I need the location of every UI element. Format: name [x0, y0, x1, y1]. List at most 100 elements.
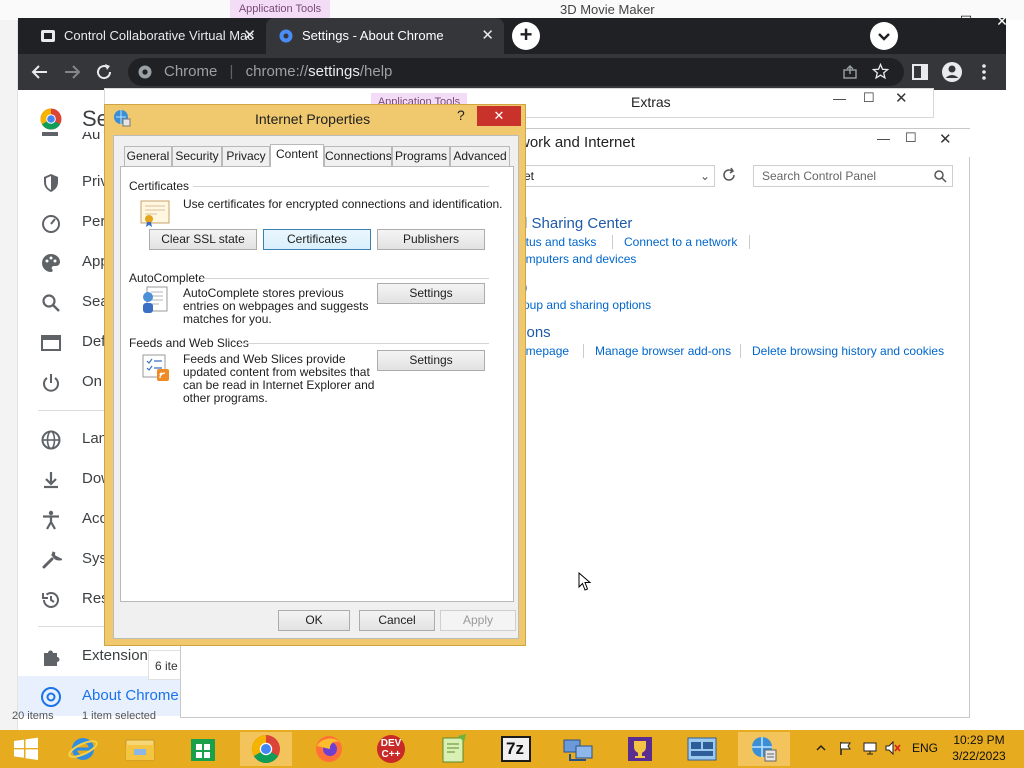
new-tab-button[interactable]: +: [512, 22, 540, 50]
store-icon[interactable]: [177, 732, 229, 766]
speedometer-icon: [40, 212, 62, 234]
tab-content[interactable]: Content: [270, 144, 324, 167]
internet-properties-dialog: Internet Properties ? ✕ General Security…: [104, 104, 526, 646]
side-panel-icon[interactable]: [908, 60, 932, 84]
tab-close-icon[interactable]: ✕: [481, 18, 494, 54]
notepad-plus-icon[interactable]: [428, 732, 480, 766]
tab-programs[interactable]: Programs: [392, 146, 450, 166]
link-divider: [740, 344, 741, 358]
minimize-button[interactable]: —: [833, 91, 846, 106]
tab-security[interactable]: Security: [172, 146, 222, 166]
search-icon: [933, 169, 947, 183]
chrome-logo-icon: [40, 108, 62, 130]
forward-arrow-icon[interactable]: [60, 60, 84, 84]
change-homepage-link[interactable]: omepage: [519, 344, 569, 358]
internet-options-icon: [113, 109, 131, 127]
group-divider: [201, 278, 489, 279]
maximize-button[interactable]: ☐: [948, 10, 984, 32]
dialog-body: General Security Privacy Content Connect…: [113, 135, 519, 639]
feeds-settings-button[interactable]: Settings: [377, 350, 485, 371]
view-status-link[interactable]: atus and tasks: [519, 235, 596, 249]
address-bar[interactable]: Chrome | chrome://settings/help: [128, 58, 904, 86]
close-button[interactable]: ✕: [895, 89, 908, 107]
share-icon[interactable]: [842, 64, 858, 80]
apply-button[interactable]: Apply: [440, 610, 516, 631]
reload-icon[interactable]: [92, 60, 116, 84]
certificates-group-label: Certificates: [129, 179, 190, 193]
refresh-icon[interactable]: [721, 167, 737, 183]
autocomplete-settings-button[interactable]: Settings: [377, 283, 485, 304]
search-input[interactable]: Search Control Panel: [753, 165, 953, 187]
language-indicator[interactable]: ENG: [912, 741, 938, 755]
chrome-toolbar: Chrome | chrome://settings/help: [18, 54, 1006, 90]
clear-ssl-state-button[interactable]: Clear SSL state: [149, 229, 257, 250]
action-center-flag-icon[interactable]: [838, 740, 854, 756]
vm-icon: [40, 28, 56, 44]
link-divider: [583, 344, 584, 358]
menu-kebab-icon[interactable]: [972, 60, 996, 84]
maximize-button[interactable]: ☐: [905, 130, 917, 146]
cancel-button[interactable]: Cancel: [359, 610, 435, 631]
start-button[interactable]: [0, 732, 52, 766]
autocomplete-icon: [139, 283, 171, 315]
minimize-button[interactable]: —: [912, 10, 948, 32]
devcpp-label: DEV C++: [380, 738, 402, 760]
tab-control-collaborative-vm[interactable]: Control Collaborative Virtual Mac ✕: [28, 18, 266, 54]
connect-network-link[interactable]: Connect to a network: [624, 235, 737, 249]
homegroup-options-link[interactable]: roup and sharing options: [519, 298, 651, 312]
puzzle-icon: [40, 646, 62, 668]
publishers-button[interactable]: Publishers: [377, 229, 485, 250]
desktop-top-strip: [0, 0, 1024, 20]
internet-explorer-icon[interactable]: [57, 732, 109, 766]
tab-search-button[interactable]: [870, 22, 898, 50]
dev-cpp-icon[interactable]: DEV C++: [365, 732, 417, 766]
tab-privacy[interactable]: Privacy: [222, 146, 270, 166]
volume-muted-icon[interactable]: [884, 740, 902, 756]
address-bar[interactable]: et ⌄: [519, 165, 715, 187]
certificates-description: Use certificates for encrypted connectio…: [183, 197, 503, 211]
certificates-button[interactable]: Certificates: [263, 229, 371, 250]
close-button[interactable]: ✕: [939, 130, 952, 148]
close-button[interactable]: ✕: [477, 106, 521, 126]
tab-general[interactable]: General: [124, 146, 172, 166]
internet-options-icon[interactable]: [738, 732, 790, 766]
tab-connections[interactable]: Connections: [324, 146, 392, 166]
chrome-icon[interactable]: [240, 732, 292, 766]
network-tray-icon[interactable]: [862, 740, 878, 756]
show-hidden-icons-icon[interactable]: [816, 743, 826, 753]
url-rest: /help: [359, 63, 393, 80]
delete-history-link[interactable]: Delete browsing history and cookies: [752, 344, 944, 358]
profile-avatar-icon[interactable]: [940, 60, 964, 84]
tab-close-icon[interactable]: ✕: [243, 18, 256, 54]
desktop-left-strip: [0, 20, 18, 730]
control-panel-icon[interactable]: [676, 732, 728, 766]
autocomplete-description: AutoComplete stores previous entries on …: [183, 286, 369, 326]
network-setup-icon[interactable]: [552, 732, 604, 766]
maximize-button[interactable]: ☐: [863, 90, 875, 106]
wrench-icon: [40, 549, 62, 571]
back-arrow-icon[interactable]: [28, 60, 52, 84]
help-button[interactable]: ?: [457, 107, 465, 123]
trophy-icon[interactable]: [614, 732, 666, 766]
feeds-icon: [139, 351, 171, 383]
network-sharing-center-heading[interactable]: d Sharing Center: [519, 215, 632, 232]
accessibility-icon: [40, 509, 62, 531]
clock[interactable]: 10:29 PM 3/22/2023: [944, 732, 1014, 764]
file-explorer-icon[interactable]: [114, 732, 166, 766]
chevron-down-icon[interactable]: ⌄: [700, 166, 710, 186]
seven-zip-icon[interactable]: 7z: [490, 732, 542, 766]
ok-button[interactable]: OK: [278, 610, 350, 631]
download-icon: [40, 469, 62, 491]
close-button[interactable]: ✕: [984, 10, 1020, 32]
manage-addons-link[interactable]: Manage browser add-ons: [595, 344, 731, 358]
history-icon: [40, 589, 62, 611]
autofill-icon: [40, 132, 60, 140]
tab-settings-about-chrome[interactable]: Settings - About Chrome ✕: [266, 18, 504, 54]
bookmark-star-icon[interactable]: [872, 63, 889, 80]
tab-label: Settings - About Chrome: [302, 28, 444, 43]
view-computers-link[interactable]: omputers and devices: [519, 252, 636, 266]
minimize-button[interactable]: —: [877, 131, 890, 146]
power-icon: [40, 372, 62, 394]
tab-advanced[interactable]: Advanced: [450, 146, 510, 166]
firefox-icon[interactable]: [303, 732, 355, 766]
